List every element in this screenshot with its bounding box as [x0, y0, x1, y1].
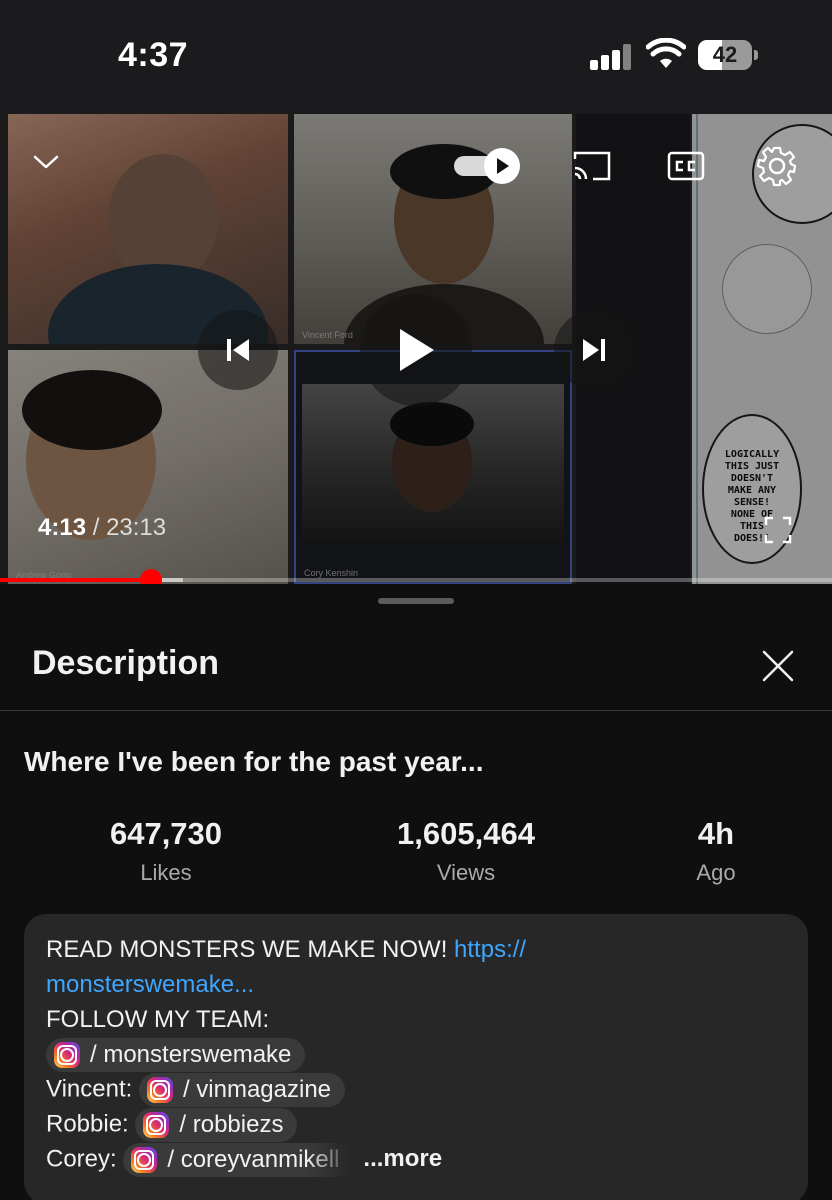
cast-button[interactable] — [568, 144, 616, 188]
book-link[interactable]: https:// — [454, 936, 526, 963]
instagram-handle: / vinmagazine — [182, 1076, 332, 1103]
chevron-down-icon — [33, 155, 59, 169]
instagram-icon — [143, 1112, 170, 1138]
total-duration: 23:13 — [106, 514, 167, 541]
instagram-icon — [54, 1042, 80, 1068]
read-now-text: READ MONSTERS WE MAKE NOW! — [46, 936, 455, 963]
previous-button[interactable] — [198, 310, 278, 390]
cellular-signal-icon — [590, 44, 634, 70]
instagram-chip[interactable]: / robbiezs — [135, 1108, 298, 1142]
play-button[interactable] — [360, 294, 472, 406]
instagram-handle: / coreyvanmikell — [167, 1146, 340, 1173]
next-button[interactable] — [554, 310, 634, 390]
battery-percentage: 42 — [712, 42, 738, 67]
description-body[interactable]: READ MONSTERS WE MAKE NOW! https:// mons… — [24, 914, 808, 1200]
team-member-name: Vincent: — [46, 1075, 139, 1103]
instagram-chip[interactable]: / vinmagazine — [138, 1073, 346, 1107]
description-heading: Description — [32, 644, 220, 682]
desc-line-team-4: Corey: / coreyvanmikell ...more — [46, 1143, 442, 1177]
autoplay-toggle-icon — [454, 148, 520, 184]
views-stat: 1,605,464 Views — [366, 816, 566, 886]
divider — [0, 710, 832, 711]
likes-stat: 647,730 Likes — [66, 816, 266, 886]
likes-count: 647,730 — [109, 816, 223, 851]
battery-icon: 42 — [698, 40, 758, 70]
next-icon — [583, 339, 605, 361]
team-member-name: Corey: — [46, 1145, 124, 1173]
status-time: 4:37 — [118, 36, 189, 74]
fullscreen-button[interactable] — [760, 512, 796, 548]
team-member-name: Robbie: — [46, 1110, 136, 1138]
wifi-icon — [646, 38, 686, 68]
instagram-handle: / monsterswemake — [90, 1041, 292, 1068]
desc-line-team-3: Robbie: / robbiezs — [46, 1108, 298, 1142]
autoplay-toggle[interactable] — [452, 146, 524, 186]
captions-button[interactable] — [662, 144, 710, 188]
minimize-button[interactable] — [26, 142, 66, 182]
views-label: Views — [436, 860, 496, 885]
desc-line-team-2: Vincent: / vinmagazine — [46, 1073, 346, 1107]
settings-gear-icon — [756, 146, 797, 187]
instagram-icon — [146, 1077, 173, 1103]
age-stat: 4h Ago — [616, 816, 816, 886]
playback-time: 4:13 / 23:13 — [38, 514, 166, 542]
time-separator: / — [86, 514, 107, 541]
desc-line-team-1: / monsterswemake — [46, 1038, 306, 1072]
book-link-continued[interactable]: monsterswemake... — [46, 971, 254, 998]
likes-label: Likes — [140, 860, 192, 885]
instagram-handle: / robbiezs — [179, 1111, 284, 1138]
instagram-icon — [131, 1147, 158, 1173]
fullscreen-icon — [764, 516, 792, 544]
drag-handle[interactable] — [378, 598, 454, 604]
desc-line-1: READ MONSTERS WE MAKE NOW! https:// — [46, 936, 526, 964]
closed-captions-icon — [667, 151, 705, 181]
cast-icon — [573, 151, 611, 181]
views-count: 1,605,464 — [397, 816, 535, 851]
instagram-chip[interactable]: / monsterswemake — [46, 1038, 306, 1072]
current-time: 4:13 — [38, 514, 87, 541]
progress-bar[interactable] — [0, 569, 832, 584]
desc-line-3: FOLLOW MY TEAM: — [46, 1006, 270, 1033]
desc-line-2: monsterswemake... — [46, 971, 254, 999]
close-icon — [762, 650, 794, 682]
close-button[interactable] — [756, 644, 800, 688]
description-sheet: Description Where I've been for the past… — [0, 584, 832, 1200]
video-player[interactable]: Vincent Ford Andrew Gong Cory Kenshin LO… — [0, 114, 832, 584]
progress-played — [0, 578, 152, 582]
age-value: 4h — [697, 816, 735, 851]
more-button[interactable]: ...more — [363, 1145, 442, 1172]
status-bar: 4:37 42 — [0, 0, 832, 114]
play-icon — [400, 329, 434, 371]
previous-icon — [227, 339, 249, 361]
settings-button[interactable] — [752, 142, 802, 190]
age-label: Ago — [696, 860, 736, 885]
instagram-chip[interactable]: / coreyvanmikell — [123, 1143, 354, 1177]
video-title: Where I've been for the past year... — [24, 746, 484, 777]
